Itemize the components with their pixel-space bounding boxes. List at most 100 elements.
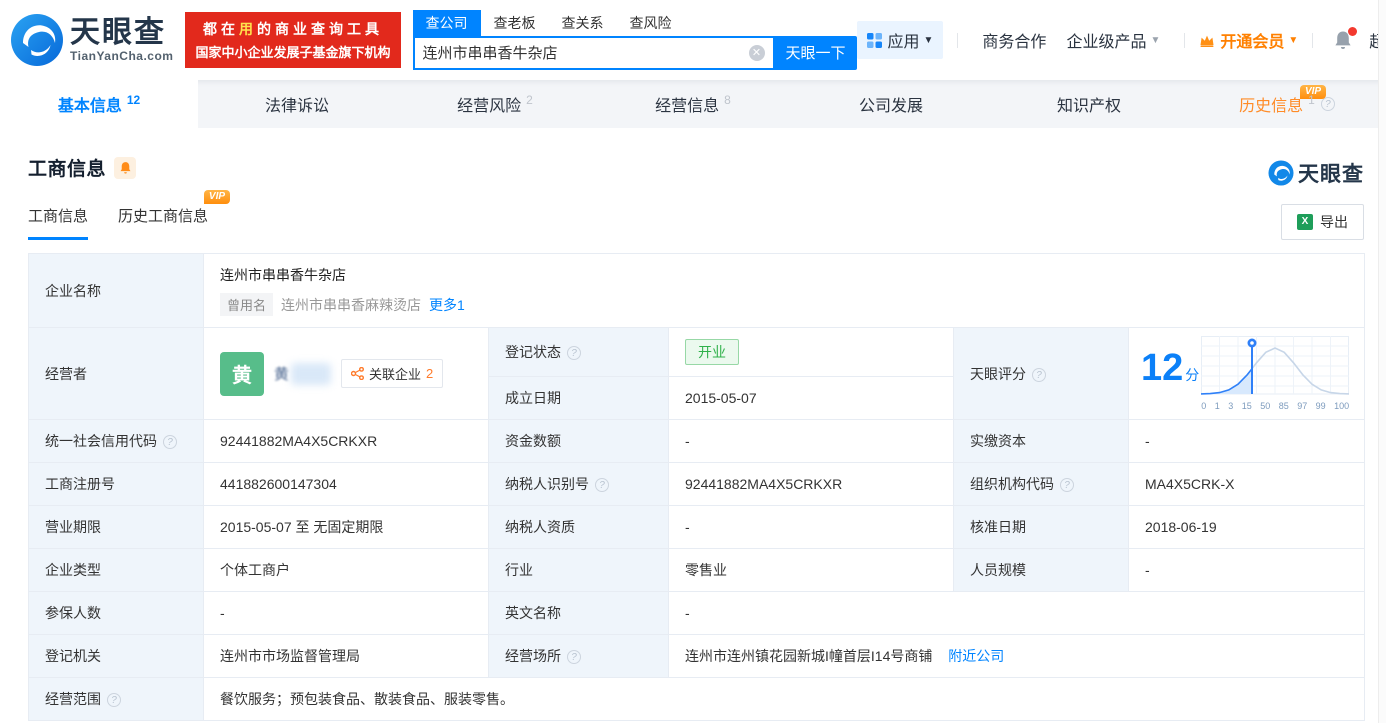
field-value: - xyxy=(1128,548,1365,592)
table-row: 企业名称 连州市串串香牛杂店 曾用名 连州市串串香麻辣烫店 更多1 xyxy=(28,253,1365,328)
field-value: 连州市市场监督管理局 xyxy=(203,634,489,678)
tab-business-risk[interactable]: 经营风险 2 xyxy=(396,80,594,128)
help-icon[interactable] xyxy=(1320,97,1335,111)
search-button[interactable]: 天眼一下 xyxy=(774,35,857,70)
search-input[interactable] xyxy=(422,44,749,61)
help-icon[interactable] xyxy=(163,435,177,449)
tab-count: 1 xyxy=(1308,93,1315,107)
tianyan-score-cell: 12 分 0 1 3 15 50 85 97 99 100 xyxy=(1128,327,1365,420)
field-label: 企业类型 xyxy=(28,548,204,592)
field-value: - xyxy=(1128,419,1365,463)
former-name-badge: 曾用名 xyxy=(220,293,274,316)
nav-open-vip[interactable]: 开通会员 ▼ xyxy=(1199,28,1298,52)
field-label: 统一社会信用代码 xyxy=(28,419,204,463)
export-button[interactable]: 导出 xyxy=(1281,204,1364,240)
subscribe-bell[interactable] xyxy=(114,156,137,179)
more-link[interactable]: 更多1 xyxy=(429,295,465,315)
divider xyxy=(1312,32,1314,48)
help-icon[interactable] xyxy=(567,346,581,360)
search-tab-risk[interactable]: 查风险 xyxy=(617,10,685,36)
business-info-table: 企业名称 连州市串串香牛杂店 曾用名 连州市串串香麻辣烫店 更多1 经营者 黄 … xyxy=(28,253,1365,721)
top-nav: 应用 ▼ 商务合作 企业级产品 ▼ 开通会员 ▼ 超级... xyxy=(856,21,1386,59)
blurred-name xyxy=(291,362,332,385)
field-label: 营业期限 xyxy=(28,505,204,549)
notifications-bell[interactable] xyxy=(1333,26,1358,51)
operator-name[interactable]: 黄 xyxy=(274,362,332,385)
search-box: ✕ xyxy=(412,35,775,70)
field-value: 441882600147304 xyxy=(203,462,489,506)
help-icon[interactable] xyxy=(595,478,609,492)
tab-history-info[interactable]: VIP 历史信息 1 xyxy=(1188,80,1386,128)
field-label: 人员规模 xyxy=(953,548,1129,592)
field-label: 天眼评分 xyxy=(953,327,1129,420)
nav-cooperation[interactable]: 商务合作 xyxy=(982,28,1046,52)
search-tab-boss[interactable]: 查老板 xyxy=(481,10,549,36)
field-label: 经营者 xyxy=(28,327,204,420)
tab-count: 8 xyxy=(724,93,731,107)
brand-logo[interactable]: 天眼查 TianYanCha.com xyxy=(10,13,173,67)
field-label: 工商注册号 xyxy=(28,462,204,506)
subtabs: 工商信息 历史工商信息 VIP xyxy=(28,190,238,240)
help-icon[interactable] xyxy=(107,693,121,707)
subtab-business-info[interactable]: 工商信息 xyxy=(28,205,89,240)
brand-name: 天眼查 xyxy=(70,16,166,49)
search-area: 查公司 查老板 查关系 查风险 ✕ 天眼一下 xyxy=(412,9,857,70)
clear-search-icon[interactable]: ✕ xyxy=(748,44,765,61)
nav-apps[interactable]: 应用 ▼ xyxy=(856,21,944,59)
promo-banner: 都在用的商业查询工具 国家中小企业发展子基金旗下机构 xyxy=(185,12,401,68)
help-icon[interactable] xyxy=(1060,478,1074,492)
table-row: 登记机关 连州市市场监督管理局 经营场所 连州市连州镇花园新城I幢首层I14号商… xyxy=(28,634,1365,678)
search-tab-company[interactable]: 查公司 xyxy=(412,9,481,36)
field-value: 开业 xyxy=(668,327,954,377)
field-label: 登记机关 xyxy=(28,634,204,678)
field-label: 实缴资本 xyxy=(953,419,1129,463)
operator-cell: 黄 黄 关联企业 2 xyxy=(203,327,489,420)
field-value: 92441882MA4X5CRKXR xyxy=(203,419,489,463)
crown-icon xyxy=(1199,34,1215,47)
field-value: 个体工商户 xyxy=(203,548,489,592)
table-row: 工商注册号 441882600147304 纳税人识别号 92441882MA4… xyxy=(28,462,1365,506)
field-value: - xyxy=(668,591,1365,635)
table-row: 经营范围 餐饮服务；预包装食品、散装食品、服装零售。 xyxy=(28,677,1365,721)
field-value: MA4X5CRK-X xyxy=(1128,462,1365,506)
field-value: 零售业 xyxy=(668,548,954,592)
excel-icon xyxy=(1297,214,1313,230)
table-row: 营业期限 2015-05-07 至 无固定期限 纳税人资质 - 核准日期 201… xyxy=(28,505,1365,549)
field-label: 成立日期 xyxy=(488,376,669,420)
divider xyxy=(957,32,959,48)
table-row: 经营者 黄 黄 关联企业 2 登记状态? 开业 天眼评分? 12 分 0 1 3… xyxy=(28,327,1365,420)
nav-enterprise[interactable]: 企业级产品 ▼ xyxy=(1066,28,1160,52)
help-icon[interactable] xyxy=(1032,367,1046,382)
table-row: 企业类型 个体工商户 行业 零售业 人员规模 - xyxy=(28,548,1365,592)
field-value: - xyxy=(668,419,954,463)
chevron-down-icon: ▼ xyxy=(1288,34,1299,46)
field-label: 英文名称 xyxy=(488,591,669,635)
help-icon[interactable] xyxy=(567,650,581,664)
subtab-history-business-info[interactable]: 历史工商信息 VIP xyxy=(118,190,231,240)
page-scrollbar[interactable] xyxy=(1378,0,1386,723)
field-label: 资金数额 xyxy=(488,419,669,463)
search-tab-relation[interactable]: 查关系 xyxy=(549,10,617,36)
tab-operating-info[interactable]: 经营信息 8 xyxy=(594,80,792,128)
premises-cell: 连州市连州镇花园新城I幢首层I14号商铺 附近公司 xyxy=(668,634,1365,678)
field-label: 组织机构代码 xyxy=(953,462,1129,506)
promo-line1: 都在用的商业查询工具 xyxy=(202,21,383,37)
operator-avatar[interactable]: 黄 xyxy=(220,351,264,396)
vip-badge: VIP xyxy=(203,190,231,204)
score-distribution-chart: 0 1 3 15 50 85 97 99 100 xyxy=(1201,336,1350,411)
tab-intellectual-property[interactable]: 知识产权 xyxy=(990,80,1188,128)
chevron-down-icon: ▼ xyxy=(923,34,934,46)
tianyancha-logo-icon xyxy=(11,14,63,66)
field-label: 经营范围 xyxy=(28,677,204,721)
field-value: 2018-06-19 xyxy=(1128,505,1365,549)
field-value: - xyxy=(668,505,954,549)
table-row: 统一社会信用代码 92441882MA4X5CRKXR 资金数额 - 实缴资本 … xyxy=(28,419,1365,463)
field-value: 92441882MA4X5CRKXR xyxy=(668,462,954,506)
related-companies-badge[interactable]: 关联企业 2 xyxy=(341,359,444,388)
nearby-companies-link[interactable]: 附近公司 xyxy=(948,648,1004,664)
field-label: 核准日期 xyxy=(953,505,1129,549)
tab-company-development[interactable]: 公司发展 xyxy=(792,80,990,128)
network-icon xyxy=(351,367,365,380)
tab-legal[interactable]: 法律诉讼 xyxy=(198,80,396,128)
tab-basic-info[interactable]: 基本信息 12 xyxy=(0,80,198,128)
